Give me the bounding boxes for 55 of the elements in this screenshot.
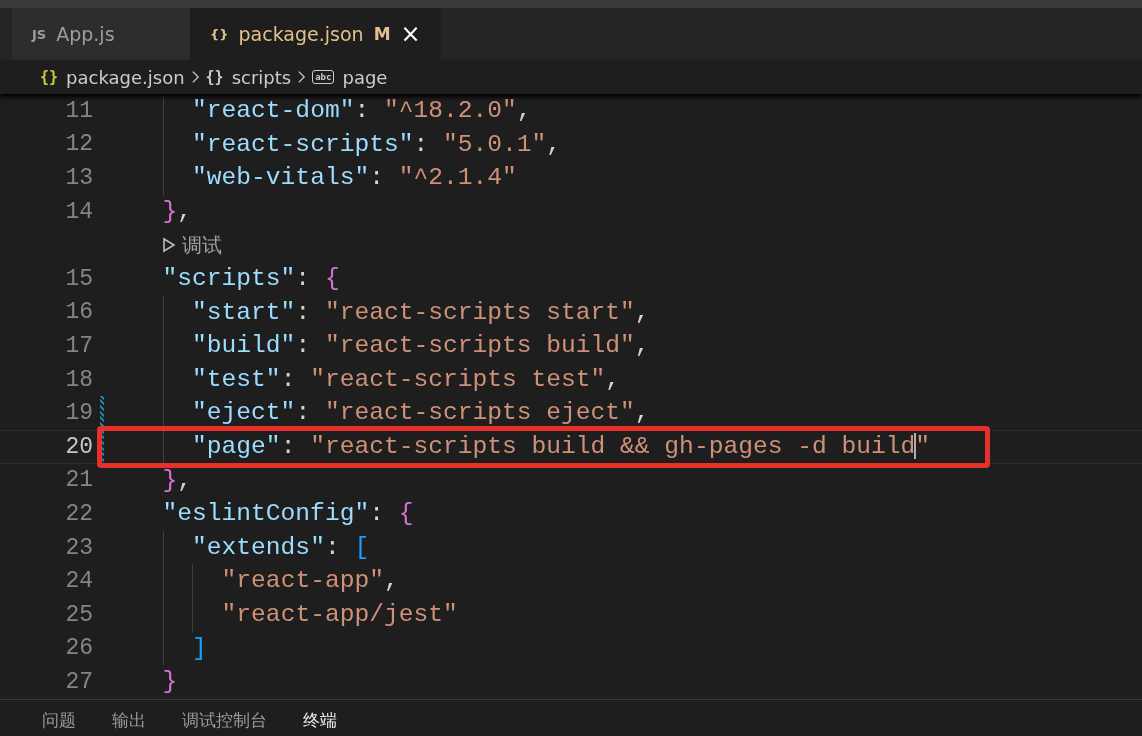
chevron-icon (297, 69, 307, 85)
code-line: "react-scripts": "5.0.1", (133, 127, 562, 162)
code-line: "eject": "react-scripts eject", (133, 396, 650, 430)
play-icon (161, 237, 176, 254)
line-number: 26 (65, 635, 93, 662)
code-line: "react-dom": "^18.2.0", (133, 94, 532, 128)
line-number: 20 (65, 433, 93, 460)
line-number: 11 (65, 97, 93, 124)
tab-label: App.js (56, 23, 115, 45)
file-type-icon: {} (210, 26, 229, 42)
line-number: 25 (65, 601, 93, 628)
code-line: "test": "react-scripts test", (133, 362, 621, 397)
line-number: 19 (65, 400, 93, 427)
panel-tab[interactable]: 问题 (42, 709, 76, 736)
modified-label: M (373, 24, 391, 44)
tab-label: package.json (238, 23, 364, 45)
code-line: } (161, 667, 178, 698)
code-line: }, (161, 196, 193, 227)
panel-tab[interactable]: 终端 (303, 709, 337, 736)
line-number: 12 (65, 131, 93, 158)
code-line: "web-vitals": "^2.1.4" (133, 161, 517, 195)
line-number: 15 (65, 265, 93, 292)
panel-tab[interactable]: 输出 (112, 709, 146, 736)
breadcrumb-item[interactable]: page (342, 66, 388, 88)
codelens-link[interactable]: 调试 (161, 231, 222, 259)
code-line: "react-app", (133, 564, 399, 598)
braces-icon: {} (40, 68, 59, 86)
line-number: 16 (65, 299, 93, 326)
line-number: 14 (65, 198, 93, 225)
line-number: 22 (65, 500, 93, 527)
code-line: "eslintConfig": { (161, 499, 414, 530)
line-number: 21 (65, 467, 93, 494)
braces-icon: {} (205, 68, 224, 86)
line-number: 18 (65, 366, 93, 393)
code-line: "react-app/jest" (133, 597, 458, 632)
file-type-icon: JS (32, 26, 47, 42)
line-number: 23 (65, 534, 93, 561)
close-button[interactable]: × (400, 22, 421, 46)
breadcrumb-item[interactable]: package.json (66, 66, 185, 88)
line-number: 17 (65, 332, 93, 359)
code-line: "scripts": { (161, 263, 340, 294)
code-line: ] (133, 631, 207, 666)
line-number: 24 (65, 568, 93, 595)
code-line: "start": "react-scripts start", (133, 295, 650, 330)
editor-tab[interactable]: {} package.json M × (190, 8, 441, 60)
code-line: "build": "react-scripts build", (133, 329, 650, 363)
string-icon: abc (312, 70, 335, 84)
breadcrumb-item[interactable]: scripts (231, 66, 292, 88)
panel-tab[interactable]: 调试控制台 (182, 709, 267, 736)
code-line: "extends": [ (133, 530, 370, 565)
chevron-icon (190, 69, 200, 85)
code-line: }, (161, 465, 193, 496)
line-number: 13 (65, 165, 93, 191)
editor-tab[interactable]: JS App.js (12, 8, 190, 60)
line-number: 27 (65, 668, 93, 695)
